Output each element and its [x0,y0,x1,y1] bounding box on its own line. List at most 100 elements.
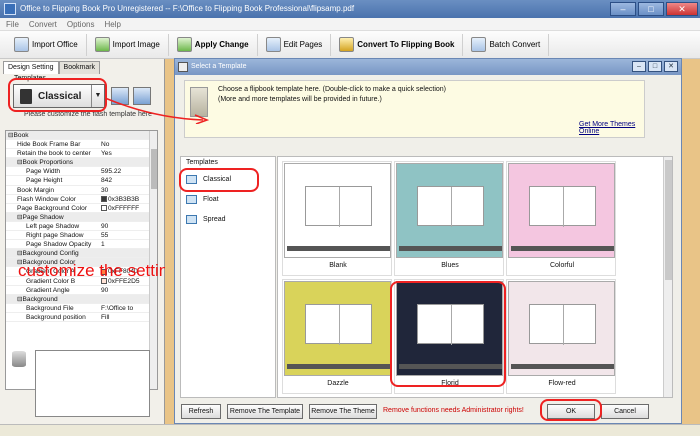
property-value[interactable]: F:\Office to [101,304,151,313]
dialog-minimize-icon[interactable]: – [632,61,646,72]
property-value-text: No [101,141,110,149]
property-row[interactable]: ⊟Background [6,294,157,304]
property-value[interactable]: 595.22 [101,167,151,176]
property-row[interactable]: Page Height 842 [6,176,157,186]
close-icon[interactable]: ✕ [666,2,698,16]
menu-convert[interactable]: Convert [29,18,57,30]
property-row[interactable]: Background File F:\Office to [6,304,157,313]
apply-change-icon [176,37,192,52]
edit-pages-icon [265,37,281,52]
property-row[interactable]: ⊟Page Shadow [6,212,157,222]
import-office-icon [14,37,29,52]
gallery-scrollbar[interactable] [663,157,672,397]
scroll-thumb[interactable] [665,160,672,280]
get-more-themes-link[interactable]: Get More Themes Online [579,121,644,135]
menu-help[interactable]: Help [104,18,120,30]
import-office-label: Import Office [32,40,78,49]
annotation-ring-ok [540,399,602,421]
property-value[interactable]: No [101,140,151,149]
property-row[interactable]: Flash Window Color 0x3B3B3B [6,195,157,204]
property-value[interactable]: 0x3B3B3B [101,195,151,204]
property-value[interactable]: 1 [101,240,151,249]
batch-convert-icon [471,37,487,52]
property-row[interactable]: ⊟Book Proportions [6,158,157,168]
property-row[interactable]: ⊟Book [6,131,157,141]
property-row[interactable]: Page Background Color 0xFFFFFF [6,204,157,213]
spread-template-icon [186,214,197,224]
remove-theme-button[interactable]: Remove The Theme [309,404,377,419]
property-value[interactable]: 30 [101,186,151,195]
tab-bookmark[interactable]: Bookmark [58,61,101,74]
menu-file[interactable]: File [6,18,19,30]
import-image-icon [94,37,110,52]
float-template-icon [186,194,197,204]
property-value[interactable]: Fill [101,313,151,322]
property-row[interactable]: Gradient Angle 90 [6,286,157,295]
property-value[interactable]: 842 [101,176,151,185]
theme-dazzle[interactable]: Dazzle [282,279,392,394]
property-row[interactable]: Right page Shadow 55 [6,231,157,241]
property-value-text: 842 [101,177,113,185]
admin-warning: Remove functions needs Administrator rig… [383,407,524,414]
property-value[interactable]: 90 [101,286,151,295]
description-box [35,350,150,417]
convert-icon [339,37,355,52]
property-value-text: 30 [101,186,109,194]
preview-toolbar [399,246,502,251]
main-toolbar: Import Office Import Image Apply Change … [0,31,700,59]
batch-convert-button[interactable]: Batch Convert [463,33,550,56]
property-row[interactable]: Background position Fill [6,313,157,322]
status-bar [0,424,700,436]
template-item-float[interactable]: Float [181,189,275,209]
template-item-spread[interactable]: Spread [181,209,275,229]
property-value[interactable]: 90 [101,222,151,231]
cancel-button[interactable]: Cancel [601,404,649,419]
dialog-close-icon[interactable]: ✕ [664,61,678,72]
property-row[interactable]: Page Width 595.22 [6,167,157,177]
property-row[interactable]: Retain the book to center Yes [6,149,157,159]
property-row[interactable]: ⊟Background Config [6,249,157,259]
window-title: Office to Flipping Book Pro Unregistered… [20,4,355,13]
theme-preview-image [284,281,391,376]
maximize-icon[interactable]: □ [638,2,664,16]
apply-change-button[interactable]: Apply Change [169,33,258,56]
preview-toolbar [511,246,614,251]
annotation-text: customize the settings [18,261,187,280]
import-image-button[interactable]: Import Image [87,33,169,56]
edit-pages-button[interactable]: Edit Pages [258,33,332,56]
refresh-button[interactable]: Refresh [181,404,221,419]
book-preview [305,186,372,227]
tab-design-setting[interactable]: Design Setting [3,61,59,74]
property-value[interactable]: Yes [101,149,151,158]
property-key: ⊟Book Proportions [17,159,74,167]
apply-change-label: Apply Change [194,40,249,49]
property-row[interactable]: Left page Shadow 90 [6,222,157,232]
app-icon [4,3,16,15]
theme-colorful[interactable]: Colorful [506,161,616,276]
theme-caption: Dazzle [327,380,349,387]
property-key: Page Background Color [17,204,88,212]
menu-options[interactable]: Options [67,18,95,30]
scroll-thumb[interactable] [151,149,157,189]
theme-blank[interactable]: Blank [282,161,392,276]
theme-caption: Colorful [549,262,575,269]
template-type-list: Templates Classical Float Spread [180,156,276,398]
minimize-icon[interactable]: – [610,2,636,16]
dialog-maximize-icon[interactable]: □ [648,61,662,72]
property-row[interactable]: Book Margin 30 [6,186,157,195]
remove-template-button[interactable]: Remove The Template [227,404,303,419]
property-row[interactable]: Page Shadow Opacity 1 [6,240,157,250]
property-value-text: 1 [101,241,105,249]
property-value[interactable]: 0xFFFFFF [101,204,151,213]
property-value-text: Fill [101,313,110,321]
template-item-label: Float [203,195,219,203]
import-office-button[interactable]: Import Office [6,33,87,56]
theme-blues[interactable]: Blues [394,161,504,276]
property-value[interactable]: 55 [101,231,151,240]
convert-button[interactable]: Convert To Flipping Book [331,33,464,56]
app-titlebar: Office to Flipping Book Pro Unregistered… [0,0,700,18]
property-scrollbar[interactable] [149,131,157,389]
theme-caption: Flow-red [548,380,576,387]
property-row[interactable]: Hide Book Frame Bar No [6,140,157,150]
theme-flow-red[interactable]: Flow-red [506,279,616,394]
